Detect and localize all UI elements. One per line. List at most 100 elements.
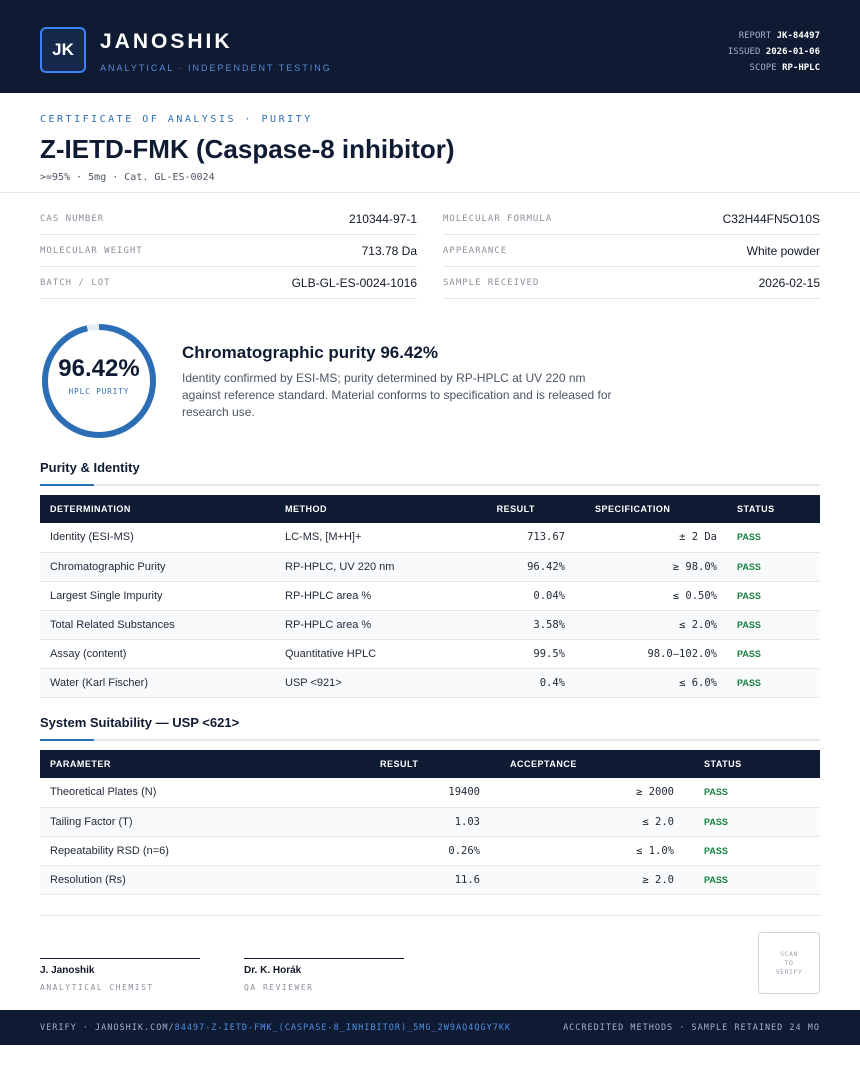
cell-parameter: Tailing Factor (T): [40, 807, 360, 837]
status-badge: PASS: [684, 836, 820, 866]
table-header-row: DETERMINATION METHOD RESULT SPECIFICATIO…: [40, 495, 820, 523]
cell-parameter: Theoretical Plates (N): [40, 778, 360, 808]
section-rule: [40, 739, 820, 741]
cell-result: 713.67: [430, 523, 575, 553]
cell-result: 0.04%: [430, 581, 575, 611]
cell-parameter: Resolution (Rs): [40, 865, 360, 895]
cell-spec: ≤ 0.50%: [575, 581, 727, 611]
cell-result: 11.6: [360, 865, 490, 895]
cell-result: 96.42%: [430, 552, 575, 582]
column-header: PARAMETER: [50, 759, 111, 769]
cell-determination: Largest Single Impurity: [40, 581, 275, 611]
cell-result: 99.5%: [430, 639, 575, 669]
cell-determination: Chromatographic Purity: [40, 552, 275, 582]
cell-spec: ≤ 6.0%: [575, 668, 727, 698]
section-title-purity: Purity & Identity: [40, 460, 140, 475]
column-header: RESULT: [380, 759, 419, 769]
issued-label: ISSUED: [727, 47, 761, 57]
issued-date: 2026-01-06: [765, 47, 820, 57]
status-badge: PASS: [684, 778, 820, 808]
table-row: Repeatability RSD (n=6) 0.26% ≤ 1.0% PAS…: [40, 836, 820, 866]
column-header: METHOD: [285, 504, 327, 514]
section-title-suitability: System Suitability — USP <621>: [40, 715, 240, 730]
signature-role: ANALYTICAL CHEMIST: [40, 983, 154, 992]
meta-value: GLB-GL-ES-0024-1016: [291, 275, 417, 290]
meta-label: SAMPLE RECEIVED: [443, 277, 540, 288]
column-header: ACCEPTANCE: [510, 759, 577, 769]
status-badge: PASS: [684, 807, 820, 837]
cell-determination: Assay (content): [40, 639, 275, 669]
signature-line: [40, 958, 200, 959]
meta-cas: CAS NUMBER 210344-97-1: [40, 203, 417, 235]
meta-label: MOLECULAR WEIGHT: [40, 245, 143, 256]
column-header: DETERMINATION: [50, 504, 131, 514]
cell-result: 0.26%: [360, 836, 490, 866]
status-badge: PASS: [727, 523, 820, 553]
status-badge: PASS: [727, 610, 820, 640]
cell-method: LC-MS, [M+H]+: [275, 523, 430, 553]
scope-value: RP-HPLC: [782, 63, 820, 73]
table-row: Chromatographic Purity RP-HPLC, UV 220 n…: [40, 552, 820, 582]
document-eyebrow: CERTIFICATE OF ANALYSIS · PURITY: [40, 114, 313, 125]
brand-tagline: ANALYTICAL · INDEPENDENT TESTING: [100, 63, 332, 73]
status-badge: PASS: [727, 639, 820, 669]
signature-role: QA REVIEWER: [244, 983, 314, 992]
meta-label: CAS NUMBER: [40, 213, 105, 224]
product-subline: >=95% · 5mg · Cat. GL-ES-0024: [40, 172, 215, 183]
cell-spec: 98.0–102.0%: [575, 639, 727, 669]
signature-line: [244, 958, 404, 959]
meta-appearance: APPEARANCE White powder: [443, 235, 820, 267]
meta-label: MOLECULAR FORMULA: [443, 213, 553, 224]
table-row: Theoretical Plates (N) 19400 ≥ 2000 PASS: [40, 778, 820, 808]
table-row: Total Related Substances RP-HPLC area % …: [40, 610, 820, 640]
meta-value: White powder: [746, 243, 820, 258]
verify-link[interactable]: 84497-Z-IETD-FMK_(CASPASE-8_INHIBITOR)_5…: [175, 1023, 511, 1033]
meta-value: 210344-97-1: [348, 211, 417, 226]
column-header: STATUS: [737, 504, 775, 514]
cell-method: RP-HPLC, UV 220 nm: [275, 552, 430, 582]
cell-result: 1.03: [360, 807, 490, 837]
cell-result: 3.58%: [430, 610, 575, 640]
gauge-label: HPLC PURITY: [68, 387, 130, 396]
divider: [0, 192, 860, 193]
brand-name: JANOSHIK: [100, 30, 233, 53]
table-row: Water (Karl Fischer) USP <921> 0.4% ≤ 6.…: [40, 668, 820, 698]
cell-determination: Total Related Substances: [40, 610, 275, 640]
cell-acceptance: ≥ 2.0: [490, 865, 684, 895]
footer-note: ACCREDITED METHODS · SAMPLE RETAINED 24 …: [563, 1022, 820, 1033]
summary-title: Chromatographic purity 96.42%: [182, 343, 439, 362]
qr-label: SCAN TO VERIFY: [775, 949, 803, 976]
signature-name: J. Janoshik: [40, 965, 95, 976]
cell-method: Quantitative HPLC: [275, 639, 430, 669]
verify-prefix: VERIFY · JANOSHIK.COM/: [40, 1022, 175, 1033]
column-header: SPECIFICATION: [595, 504, 671, 514]
meta-formula: MOLECULAR FORMULA C32H44FN5O10S: [443, 203, 820, 235]
cell-method: RP-HPLC area %: [275, 581, 430, 611]
table-row: Largest Single Impurity RP-HPLC area % 0…: [40, 581, 820, 611]
meta-value: 2026-02-15: [758, 275, 820, 290]
cell-acceptance: ≤ 1.0%: [490, 836, 684, 866]
cell-method: USP <921>: [275, 668, 430, 698]
report-footer: VERIFY · JANOSHIK.COM/84497-Z-IETD-FMK_(…: [0, 1010, 860, 1045]
suitability-table: PARAMETER RESULT ACCEPTANCE STATUS Theor…: [40, 750, 820, 895]
column-header: RESULT: [496, 504, 535, 514]
column-header: STATUS: [704, 759, 742, 769]
summary-text: Identity confirmed by ESI-MS; purity det…: [182, 371, 612, 419]
cell-determination: Identity (ESI-MS): [40, 523, 275, 553]
meta-value: 713.78 Da: [361, 243, 417, 258]
cell-result: 19400: [360, 778, 490, 808]
signature-name: Dr. K. Horák: [244, 965, 302, 976]
meta-mw: MOLECULAR WEIGHT 713.78 Da: [40, 235, 417, 267]
table-row: Identity (ESI-MS) LC-MS, [M+H]+ 713.67 ±…: [40, 523, 820, 553]
cell-spec: ± 2 Da: [575, 523, 727, 553]
purity-table: DETERMINATION METHOD RESULT SPECIFICATIO…: [40, 495, 820, 698]
status-badge: PASS: [727, 552, 820, 582]
divider: [40, 915, 820, 916]
qr-verify-code[interactable]: SCAN TO VERIFY: [758, 932, 820, 994]
report-number: JK-84497: [776, 31, 820, 41]
verify-line: VERIFY · JANOSHIK.COM/84497-Z-IETD-FMK_(…: [40, 1023, 511, 1033]
status-badge: PASS: [727, 581, 820, 611]
status-badge: PASS: [727, 668, 820, 698]
status-badge: PASS: [684, 865, 820, 895]
cell-result: 0.4%: [430, 668, 575, 698]
